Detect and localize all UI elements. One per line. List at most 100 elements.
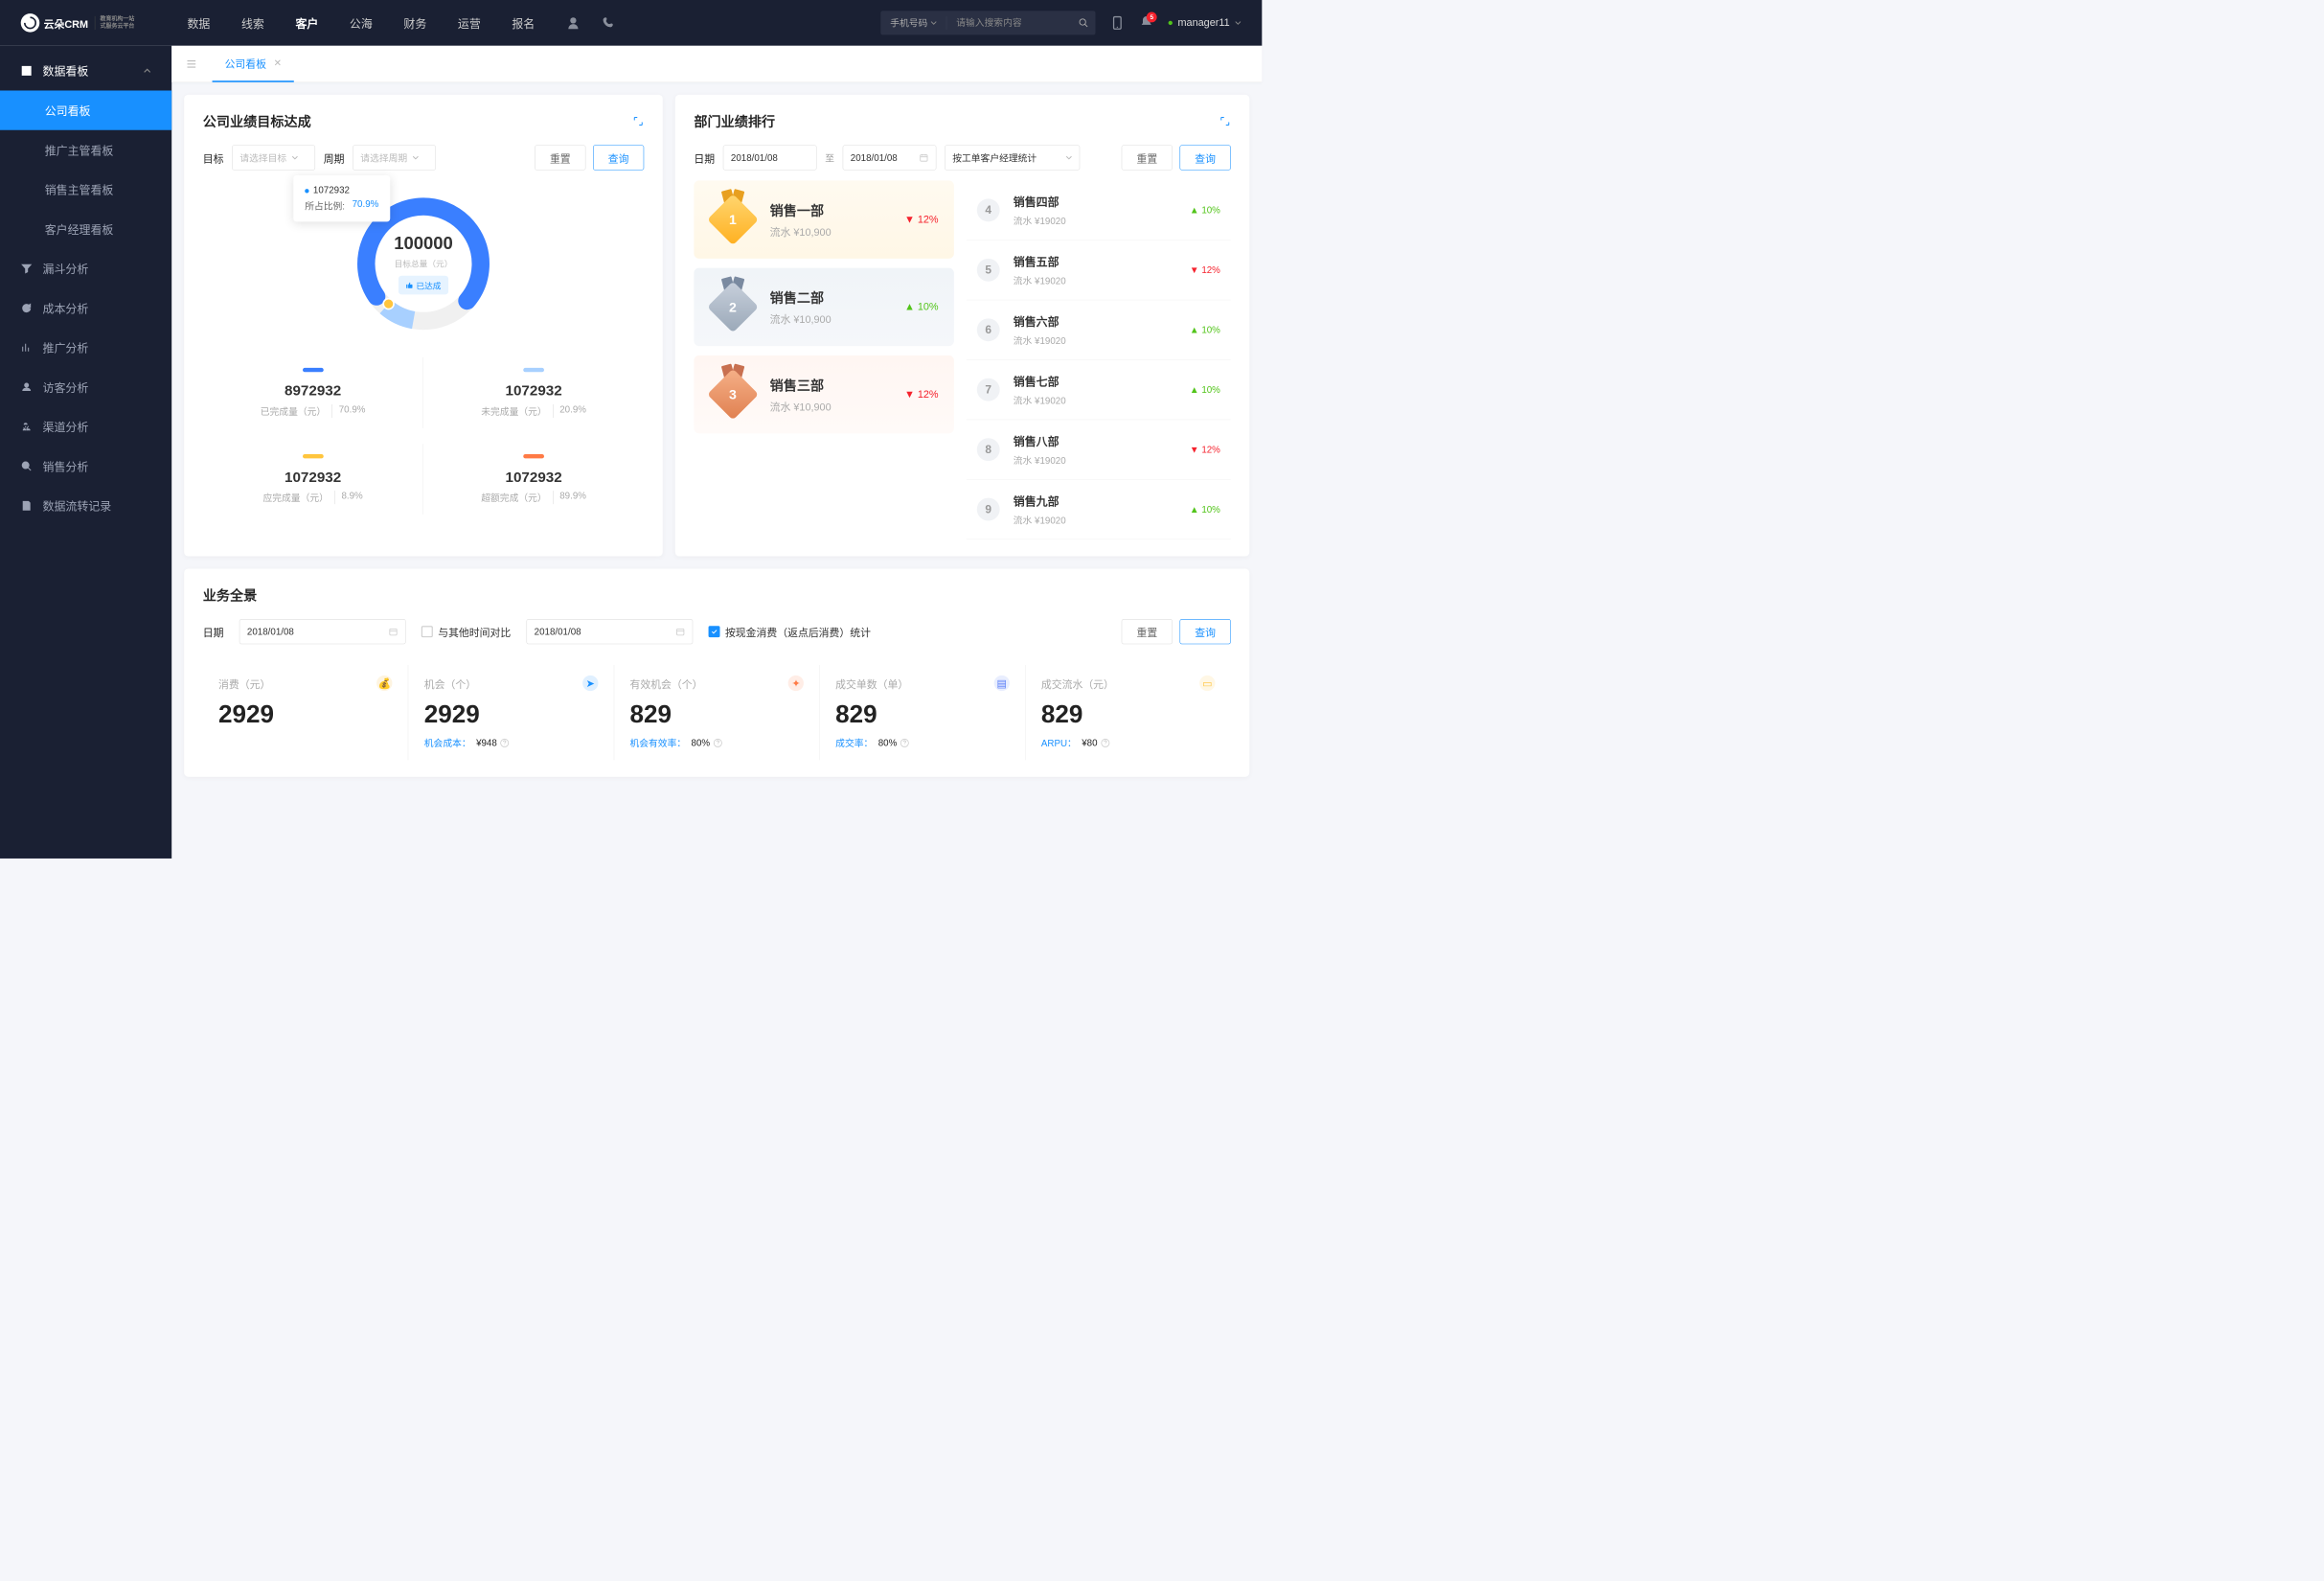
sidebar-item-成本分析[interactable]: 成本分析 xyxy=(0,288,171,328)
sidebar-sub-销售主管看板[interactable]: 销售主管看板 xyxy=(0,170,171,209)
search-input[interactable] xyxy=(946,17,1071,28)
sidebar-sub-客户经理看板[interactable]: 客户经理看板 xyxy=(0,209,171,248)
nav-客户[interactable]: 客户 xyxy=(295,11,318,34)
reset-button[interactable]: 重置 xyxy=(535,145,585,170)
nav-运营[interactable]: 运营 xyxy=(458,11,481,34)
kpi-badge-icon: ▭ xyxy=(1199,676,1215,691)
nav-数据[interactable]: 数据 xyxy=(187,11,210,34)
date-input-1[interactable]: 2018/01/08 xyxy=(239,619,406,644)
medal-icon: 2 xyxy=(710,284,757,331)
search-container: 手机号码 xyxy=(880,11,1095,34)
rank-row: 4销售四部流水 ¥19020▲ 10% xyxy=(967,180,1231,240)
sidebar-toggle[interactable] xyxy=(181,54,202,75)
card-title: 业务全景 xyxy=(203,585,257,605)
nav-报名[interactable]: 报名 xyxy=(512,11,535,34)
card-title: 公司业绩目标达成 xyxy=(203,111,311,130)
sidebar-item-漏斗分析[interactable]: 漏斗分析 xyxy=(0,249,171,288)
help-icon[interactable] xyxy=(900,739,910,748)
kpi-0: 消费（元）💰2929 xyxy=(203,665,408,760)
notification-bell[interactable]: 5 xyxy=(1139,14,1153,31)
help-icon[interactable] xyxy=(1101,739,1110,748)
top-nav: 数据 线索 客户 公海 财务 运营 报名 xyxy=(187,11,535,34)
channel-icon xyxy=(21,421,33,432)
nav-财务[interactable]: 财务 xyxy=(403,11,426,34)
business-overview-card: 业务全景 日期 2018/01/08 与其他时间对比 2018/01/08 按现… xyxy=(184,568,1249,776)
checkbox-icon xyxy=(709,626,720,637)
metric-item: 1072932超额完成（元）89.9% xyxy=(423,444,644,515)
metric-item: 1072932未完成量（元）20.9% xyxy=(423,357,644,428)
user-icon[interactable] xyxy=(566,15,581,30)
donut-chart: 100000 目标总量（元） 已达成 1072932 所占比例:70.9% xyxy=(346,186,502,342)
date-label: 日期 xyxy=(203,624,224,639)
rank-row: 5销售五部流水 ¥19020▼ 12% xyxy=(967,241,1231,300)
ranking-card: 部门业绩排行 日期 2018/01/08 至 2018/01/08 按工单客户经… xyxy=(675,95,1249,557)
search-type-select[interactable]: 手机号码 xyxy=(880,16,946,30)
sidebar-item-访客分析[interactable]: 访客分析 xyxy=(0,367,171,406)
query-button[interactable]: 查询 xyxy=(1180,145,1231,170)
logo-subtitle: 教育机构一站式服务云平台 xyxy=(95,16,135,30)
target-label: 目标 xyxy=(203,150,224,166)
nav-公海[interactable]: 公海 xyxy=(350,11,373,34)
sidebar-item-渠道分析[interactable]: 渠道分析 xyxy=(0,407,171,447)
kpi-badge-icon: 💰 xyxy=(376,676,392,691)
logo-icon xyxy=(21,13,40,33)
rank-row: 9销售九部流水 ¥19020▲ 10% xyxy=(967,480,1231,539)
period-select[interactable]: 请选择周期 xyxy=(353,145,436,170)
reset-button[interactable]: 重置 xyxy=(1122,145,1173,170)
date-input-2[interactable]: 2018/01/08 xyxy=(527,619,694,644)
close-icon[interactable]: ✕ xyxy=(274,57,282,68)
dashboard-icon xyxy=(21,65,33,77)
rank-row: 6销售六部流水 ¥19020▲ 10% xyxy=(967,300,1231,359)
kpi-4: 成交流水（元）▭829ARPU：¥80 xyxy=(1025,665,1231,760)
metric-item: 8972932已完成量（元）70.9% xyxy=(203,357,423,428)
logo[interactable]: 云朵CRM 教育机构一站式服务云平台 xyxy=(21,13,167,33)
target-select[interactable]: 请选择目标 xyxy=(232,145,315,170)
kpi-badge-icon: ▤ xyxy=(993,676,1009,691)
query-button[interactable]: 查询 xyxy=(1180,619,1231,644)
help-icon[interactable] xyxy=(500,739,510,748)
kpi-1: 机会（个）➤2929机会成本：¥948 xyxy=(408,665,614,760)
checkbox-icon xyxy=(422,626,433,637)
sidebar-item-销售分析[interactable]: 销售分析 xyxy=(0,447,171,486)
query-button[interactable]: 查询 xyxy=(593,145,644,170)
cash-checkbox[interactable]: 按现金消费（返点后消费）统计 xyxy=(709,624,871,639)
date-label: 日期 xyxy=(694,150,715,166)
reset-button[interactable]: 重置 xyxy=(1122,619,1173,644)
expand-icon[interactable] xyxy=(1219,115,1231,126)
chart-icon xyxy=(21,342,33,354)
sidebar-sub-公司看板[interactable]: 公司看板 xyxy=(0,90,171,129)
date-from-input[interactable]: 2018/01/08 xyxy=(723,145,817,170)
target-card: 公司业绩目标达成 目标 请选择目标 周期 请选择周期 重置 查询 xyxy=(184,95,663,557)
visitor-icon xyxy=(21,381,33,393)
phone-icon[interactable] xyxy=(602,15,616,30)
medal-icon: 1 xyxy=(710,196,757,243)
compare-checkbox[interactable]: 与其他时间对比 xyxy=(422,624,511,639)
sidebar-item-数据流转记录[interactable]: 数据流转记录 xyxy=(0,486,171,525)
status-dot xyxy=(1169,21,1173,25)
card-title: 部门业绩排行 xyxy=(694,111,775,130)
funnel-icon xyxy=(21,263,33,274)
mobile-icon[interactable] xyxy=(1110,15,1125,30)
sidebar: 数据看板公司看板推广主管看板销售主管看板客户经理看板漏斗分析成本分析推广分析访客… xyxy=(0,46,171,859)
help-icon[interactable] xyxy=(713,739,722,748)
nav-线索[interactable]: 线索 xyxy=(241,11,264,34)
chevron-up-icon xyxy=(144,67,151,75)
metric-item: 1072932应完成量（元）8.9% xyxy=(203,444,423,515)
rank-row: 7销售七部流水 ¥19020▲ 10% xyxy=(967,360,1231,420)
expand-icon[interactable] xyxy=(632,115,644,126)
tab-company-dashboard[interactable]: 公司看板 ✕ xyxy=(213,46,294,82)
refresh-icon xyxy=(21,302,33,313)
sidebar-item-推广分析[interactable]: 推广分析 xyxy=(0,328,171,367)
medal-icon: 3 xyxy=(710,371,757,418)
rank-card-1: 1销售一部流水 ¥10,900▼ 12% xyxy=(694,180,953,258)
sidebar-sub-推广主管看板[interactable]: 推广主管看板 xyxy=(0,130,171,170)
magnify-icon xyxy=(21,461,33,472)
groupby-select[interactable]: 按工单客户经理统计 xyxy=(945,145,1080,170)
user-menu[interactable]: manager11 xyxy=(1169,17,1242,29)
sidebar-item-数据看板[interactable]: 数据看板 xyxy=(0,51,171,90)
search-button[interactable] xyxy=(1072,11,1096,34)
date-to-input[interactable]: 2018/01/08 xyxy=(843,145,937,170)
rank-row: 8销售八部流水 ¥19020▼ 12% xyxy=(967,420,1231,479)
header: 云朵CRM 教育机构一站式服务云平台 数据 线索 客户 公海 财务 运营 报名 手机号码 5… xyxy=(0,0,1262,46)
kpi-badge-icon: ✦ xyxy=(788,676,804,691)
